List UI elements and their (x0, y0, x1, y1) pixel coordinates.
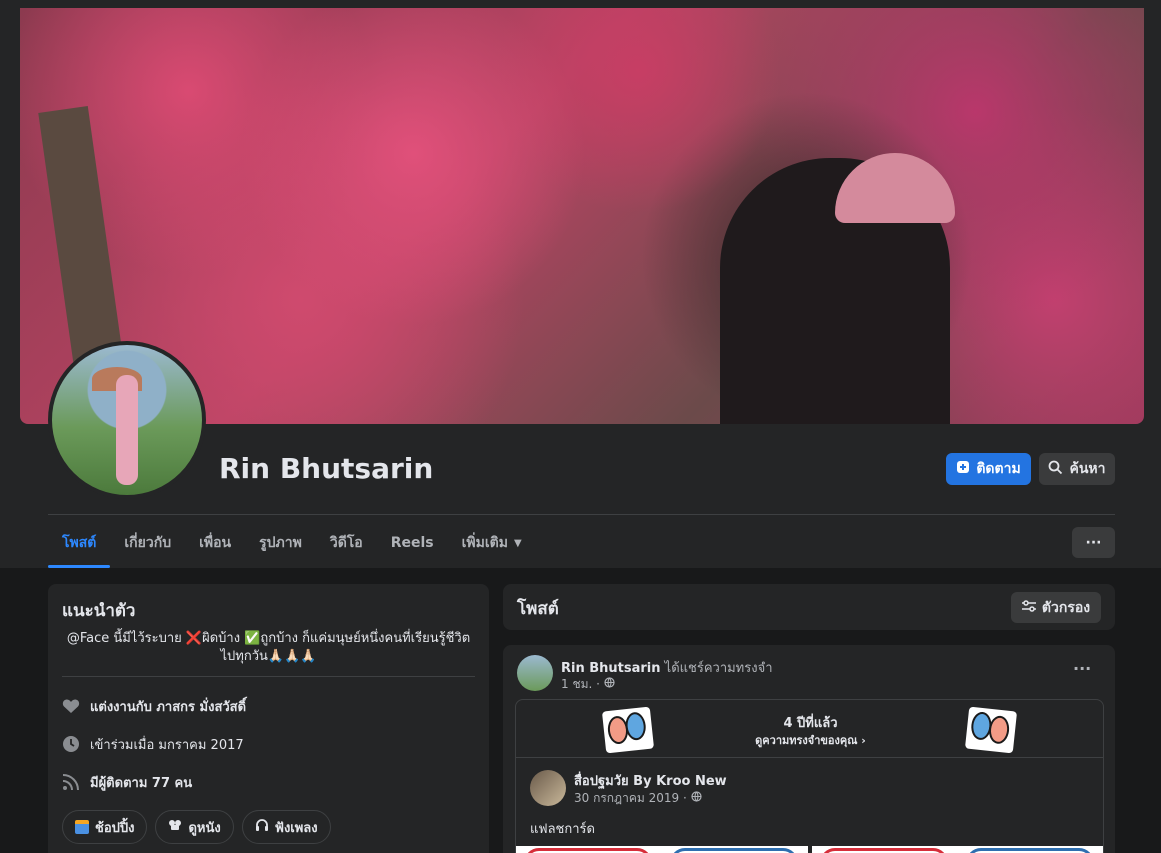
info-married-text: แต่งงานกับ ภาสกร มั่งสวัสดิ์ (90, 699, 247, 715)
shared-post-date-text[interactable]: 30 กรกฎาคม 2019 · (574, 791, 687, 805)
hobby-shopping-label: ช้อปปิ้ง (95, 820, 135, 836)
shared-post-text: แฟลชการ์ด (530, 822, 595, 837)
globe-icon (604, 677, 615, 691)
memory-banner: 4 ปีที่แล้ว ดูความทรงจำของคุณ › (516, 700, 1103, 758)
tab-more-label: เพิ่มเติม (461, 535, 508, 551)
profile-name: Rin Bhutsarin (219, 452, 434, 485)
search-label: ค้นหา (1069, 461, 1106, 477)
intro-card: แนะนำตัว @Face นี้มีไว้ระบาย ❌ผิดบ้าง ✅ถ… (48, 584, 489, 853)
profile-tabs: โพสต์ เกี่ยวกับ เพื่อน รูปภาพ วิดีโอ Ree… (48, 518, 536, 568)
hobby-chips: ช้อปปิ้ง ดูหนัง ฟังเพลง (62, 810, 331, 844)
info-joined-text: เข้าร่วมเมื่อ มกราคม 2017 (90, 737, 244, 753)
intro-divider (62, 676, 475, 677)
hobby-movies[interactable]: ดูหนัง (155, 810, 234, 844)
heart-icon (62, 697, 80, 715)
post-options-button[interactable]: ··· (1073, 659, 1091, 678)
shared-page-name[interactable]: สื่อปฐมวัย By Kroo New (574, 770, 727, 791)
hobby-movies-label: ดูหนัง (188, 820, 221, 836)
tab-photos-label: รูปภาพ (259, 535, 302, 551)
header-divider (48, 514, 1115, 515)
clock-icon (62, 735, 80, 753)
tab-friends[interactable]: เพื่อน (185, 518, 245, 568)
memory-card[interactable]: 4 ปีที่แล้ว ดูความทรงจำของคุณ › สื่อปฐมว… (515, 699, 1104, 853)
profile-more-button[interactable]: ··· (1072, 527, 1115, 558)
flashcard-image-left[interactable] (516, 846, 808, 853)
post-author-name[interactable]: Rin Bhutsarin (561, 661, 661, 676)
tab-about[interactable]: เกี่ยวกับ (110, 518, 185, 568)
intro-bio: @Face นี้มีไว้ระบาย ❌ผิดบ้าง ✅ถูกบ้าง ก็… (66, 631, 471, 664)
shopping-bag-icon (75, 820, 89, 834)
cover-photo[interactable] (20, 8, 1144, 424)
flashcard-image-right[interactable] (812, 846, 1103, 853)
rss-icon (62, 773, 80, 791)
friends-sticker-right (964, 706, 1018, 754)
hobby-shopping[interactable]: ช้อปปิ้ง (62, 810, 148, 844)
tab-posts-label: โพสต์ (62, 535, 97, 551)
info-followers[interactable]: มีผู้ติดตาม 77 คน (62, 771, 192, 793)
tab-videos-label: วิดีโอ (329, 535, 363, 551)
tab-more[interactable]: เพิ่มเติม ▼ (448, 518, 536, 568)
tab-reels[interactable]: Reels (377, 518, 448, 568)
headphones-icon (255, 818, 269, 836)
tab-friends-label: เพื่อน (199, 535, 232, 551)
hobby-music[interactable]: ฟังเพลง (241, 810, 331, 844)
info-followers-text: มีผู้ติดตาม 77 คน (90, 775, 193, 791)
caret-down-icon: ▼ (513, 537, 522, 549)
hobby-music-label: ฟังเพลง (274, 820, 318, 836)
profile-avatar[interactable] (48, 341, 206, 499)
post-author-avatar[interactable] (517, 655, 553, 691)
tab-posts[interactable]: โพสต์ (48, 518, 111, 568)
filter-icon (1021, 599, 1036, 616)
filter-label: ตัวกรอง (1041, 599, 1091, 616)
post-card: Rin Bhutsarin ได้แชร์ความทรงจำ 1 ชม. · ·… (503, 645, 1115, 853)
filter-button[interactable]: ตัวกรอง (1011, 592, 1101, 623)
post-action: ได้แชร์ความทรงจำ (664, 661, 773, 676)
posts-header-card: โพสต์ ตัวกรอง (503, 584, 1115, 630)
follow-icon (956, 460, 970, 478)
tab-reels-label: Reels (390, 535, 434, 551)
info-joined: เข้าร่วมเมื่อ มกราคม 2017 (62, 733, 244, 755)
tab-photos[interactable]: รูปภาพ (245, 518, 316, 568)
shared-post-date: 30 กรกฎาคม 2019 · (574, 789, 702, 808)
tab-about-label: เกี่ยวกับ (124, 535, 172, 551)
movie-icon (168, 819, 182, 835)
post-meta: 1 ชม. · (561, 675, 615, 694)
follow-button[interactable]: ติดตาม (946, 453, 1031, 485)
globe-icon (691, 791, 702, 805)
memory-link[interactable]: ดูความทรงจำของคุณ › (516, 731, 1103, 749)
follow-label: ติดตาม (976, 461, 1021, 477)
tab-videos[interactable]: วิดีโอ (316, 518, 377, 568)
search-button[interactable]: ค้นหา (1039, 453, 1115, 485)
info-married: แต่งงานกับ ภาสกร มั่งสวัสดิ์ (62, 695, 246, 717)
avatar-figure (116, 375, 138, 485)
search-icon (1048, 460, 1063, 479)
intro-title: แนะนำตัว (62, 601, 136, 621)
posts-title: โพสต์ (517, 599, 559, 619)
shared-page-avatar[interactable] (530, 770, 566, 806)
post-time[interactable]: 1 ชม. · (561, 677, 600, 691)
